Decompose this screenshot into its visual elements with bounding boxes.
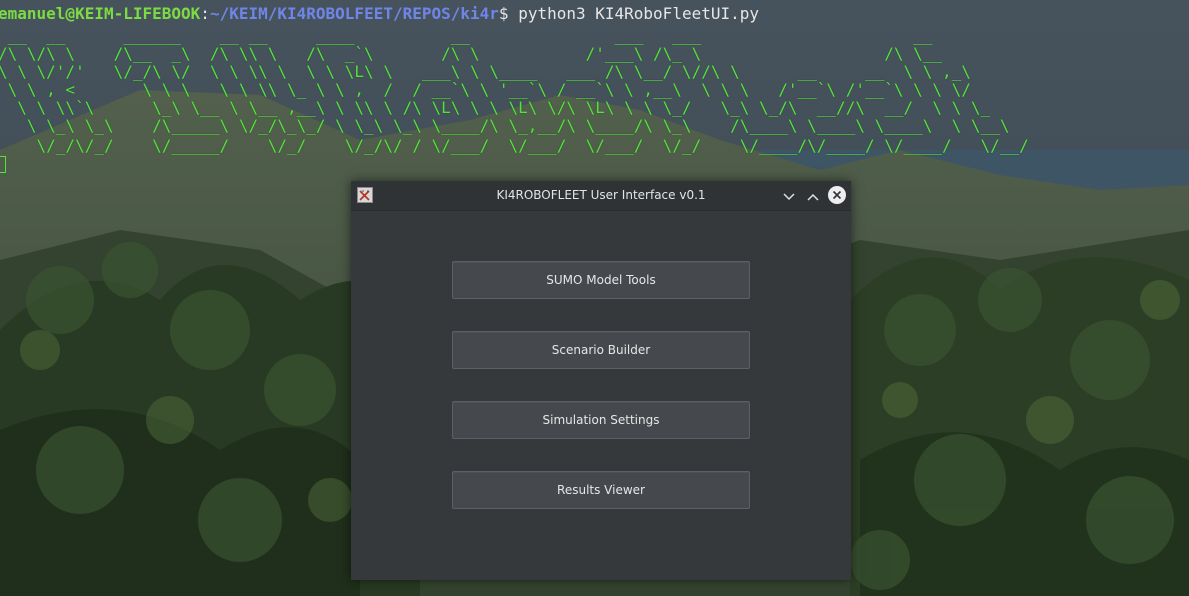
terminal-prompt: emanuel@KEIM-LIFEBOOK:~/KEIM/KI4ROBOLFEE… — [0, 4, 759, 24]
app-window: KI4ROBOFLEET User Interface v0.1 SUMO Mo… — [351, 181, 851, 580]
minimize-button[interactable] — [779, 185, 799, 205]
prompt-path: ~/KEIM/KI4ROBOLFEET/REPOS/ki4r — [209, 4, 499, 23]
terminal-output: emanuel@KEIM-LIFEBOOK:~/KEIM/KI4ROBOLFEE… — [0, 0, 1189, 180]
sumo-model-tools-button[interactable]: SUMO Model Tools — [452, 261, 750, 299]
terminal-command: python3 KI4RoboFleetUI.py — [518, 4, 760, 23]
scenario-builder-button[interactable]: Scenario Builder — [452, 331, 750, 369]
results-viewer-button[interactable]: Results Viewer — [452, 471, 750, 509]
maximize-button[interactable] — [803, 185, 823, 205]
chevron-down-icon — [783, 186, 795, 205]
ascii-art-line: /\ \/\ \ /\__ _\ /\ \\ \ /\ _`\ /\ \ /'_… — [0, 44, 943, 63]
ascii-art-line: __ __ ______ __ __ ____ __ ___ ___ __ — [0, 26, 933, 45]
close-button[interactable] — [827, 185, 847, 205]
prompt-user: emanuel@KEIM-LIFEBOOK — [0, 4, 201, 23]
terminal-cursor — [0, 156, 6, 173]
ascii-art-line: \ \ , < \ \ \ \ \ \\ \_ \ \ , / / __`\ \… — [0, 80, 971, 99]
window-title: KI4ROBOFLEET User Interface v0.1 — [496, 188, 706, 202]
ascii-art-line: \ \ \\`\ \_\ \__ \ \__ ,__\ \ \\ \ /\ \L… — [0, 98, 991, 117]
ascii-art-line: \ \_\ \_\ /\_____\ \/_/\_\_/ \ \_\ \_\ \… — [0, 116, 1010, 135]
close-icon — [828, 186, 846, 204]
chevron-up-icon — [807, 186, 819, 205]
prompt-separator: : — [200, 4, 210, 23]
prompt-dollar: $ — [498, 4, 519, 23]
simulation-settings-button[interactable]: Simulation Settings — [452, 401, 750, 439]
ascii-art-line: \ \ \/'/' \/_/\ \/ \ \ \\ \ \ \ \L\ \ __… — [0, 62, 971, 81]
window-titlebar[interactable]: KI4ROBOFLEET User Interface v0.1 — [351, 181, 851, 211]
ascii-art-line: \/_/\/_/ \/_____/ \/_/ \/_/\/ / \/___/ \… — [0, 136, 1029, 155]
